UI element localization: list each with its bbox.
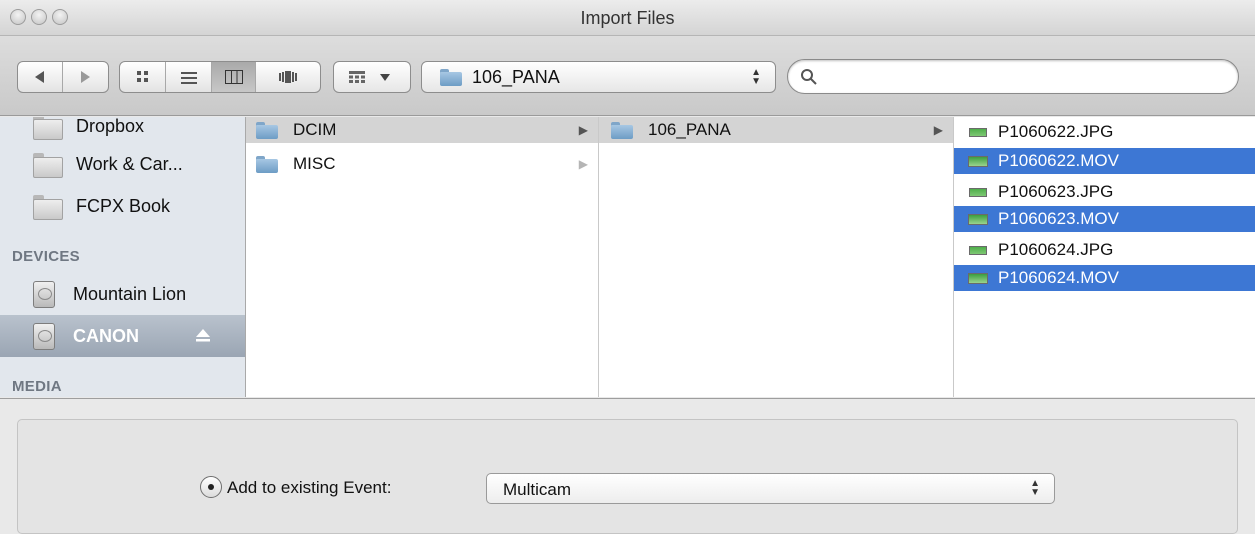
hard-disk-icon	[33, 322, 55, 350]
file-name: P1060622.JPG	[998, 122, 1114, 141]
icon-view-button[interactable]	[120, 62, 166, 92]
updown-arrows-icon: ▲ ▼	[1030, 478, 1040, 498]
list-item[interactable]: 106_PANA ▶	[599, 117, 953, 143]
cover-flow-button[interactable]	[256, 62, 320, 92]
sidebar-item-label: CANON	[73, 325, 139, 346]
location-popup[interactable]: 106_PANA ▲ ▼	[421, 61, 776, 93]
dropdown-arrow-icon	[380, 74, 390, 81]
devices-header: DEVICES	[12, 248, 80, 265]
file-name: P1060622.MOV	[998, 151, 1119, 170]
column-view-button[interactable]	[212, 62, 256, 92]
file-row[interactable]: P1060622.MOV	[954, 148, 1255, 174]
sidebar-item-mountain-lion[interactable]: Mountain Lion	[0, 275, 245, 313]
back-arrow-icon	[34, 71, 44, 83]
toolbar: 106_PANA ▲ ▼	[0, 36, 1255, 116]
sidebar-item-label: FCPX Book	[76, 195, 171, 216]
image-file-icon	[969, 127, 987, 137]
cover-flow-icon	[279, 71, 297, 83]
sidebar-item-label: Work & Car...	[76, 153, 183, 174]
list-item[interactable]: DCIM ▶	[246, 117, 598, 143]
arrange-grid-icon	[349, 71, 365, 83]
sidebar-item-fcpx-book[interactable]: FCPX Book	[0, 187, 245, 225]
file-row[interactable]: P1060623.JPG	[954, 179, 1255, 205]
folder-icon	[440, 69, 462, 86]
media-header: MEDIA	[12, 378, 62, 395]
file-name: P1060623.JPG	[998, 182, 1114, 201]
search-icon	[801, 69, 817, 85]
item-label: MISC	[293, 154, 336, 173]
item-label: DCIM	[293, 120, 337, 139]
back-forward-control	[17, 61, 109, 93]
sidebar-item-label: Mountain Lion	[73, 283, 187, 304]
file-name: P1060624.MOV	[998, 268, 1119, 287]
file-name: P1060624.JPG	[998, 240, 1114, 259]
disclosure-arrow-icon: ▶	[933, 123, 943, 137]
import-options-area: Add to existing Event: Multicam ▲ ▼	[0, 398, 1255, 534]
sidebar-item-work[interactable]: Work & Car...	[0, 145, 245, 183]
forward-button[interactable]	[63, 62, 108, 92]
location-label: 106_PANA	[472, 67, 560, 87]
icon-view-icon	[136, 71, 148, 82]
search-input[interactable]	[787, 59, 1239, 94]
browser-column-1: DCIM ▶ MISC ▶	[246, 117, 599, 397]
hard-disk-icon	[33, 280, 55, 308]
list-view-icon	[180, 71, 197, 84]
updown-arrows-icon: ▲ ▼	[751, 67, 761, 87]
sidebar: Dropbox Work & Car... FCPX Book DEVICES …	[0, 117, 246, 397]
image-file-icon	[969, 245, 987, 255]
browser-column-2: 106_PANA ▶	[599, 117, 954, 397]
disclosure-arrow-icon: ▶	[578, 157, 588, 171]
file-row[interactable]: P1060624.JPG	[954, 237, 1255, 263]
folder-icon	[33, 117, 63, 140]
file-row[interactable]: P1060623.MOV	[954, 206, 1255, 232]
window-title: Import Files	[580, 8, 675, 28]
movie-file-icon	[968, 213, 988, 225]
movie-file-icon	[968, 155, 988, 167]
folder-icon	[33, 152, 63, 178]
sidebar-item-label: Dropbox	[76, 117, 145, 136]
add-to-existing-event-label: Add to existing Event:	[227, 478, 392, 497]
sidebar-item-dropbox[interactable]: Dropbox	[0, 117, 245, 145]
forward-arrow-icon	[81, 71, 91, 83]
browser-column-3: P1060622.JPG P1060622.MOV P1060623.JPG P…	[954, 117, 1255, 397]
list-item[interactable]: MISC ▶	[246, 151, 598, 177]
item-label: 106_PANA	[648, 120, 731, 139]
file-row[interactable]: P1060624.MOV	[954, 265, 1255, 291]
column-view-icon	[224, 70, 243, 84]
arrange-button[interactable]	[333, 61, 411, 93]
eject-icon[interactable]	[196, 329, 210, 343]
file-name: P1060623.MOV	[998, 209, 1119, 228]
back-button[interactable]	[18, 62, 63, 92]
list-view-button[interactable]	[166, 62, 212, 92]
folder-icon	[256, 121, 278, 139]
file-row[interactable]: P1060622.JPG	[954, 119, 1255, 145]
image-file-icon	[969, 187, 987, 197]
add-to-existing-event-radio[interactable]	[200, 476, 222, 498]
event-select-value: Multicam	[503, 480, 572, 499]
movie-file-icon	[968, 272, 988, 284]
folder-icon	[611, 121, 633, 139]
folder-icon	[256, 155, 278, 173]
sidebar-item-canon[interactable]: CANON	[0, 315, 245, 357]
folder-icon	[33, 194, 63, 220]
disclosure-arrow-icon: ▶	[578, 123, 588, 137]
view-mode-control	[119, 61, 321, 93]
title-bar: Import Files	[0, 0, 1255, 36]
event-select[interactable]: Multicam ▲ ▼	[486, 473, 1055, 504]
